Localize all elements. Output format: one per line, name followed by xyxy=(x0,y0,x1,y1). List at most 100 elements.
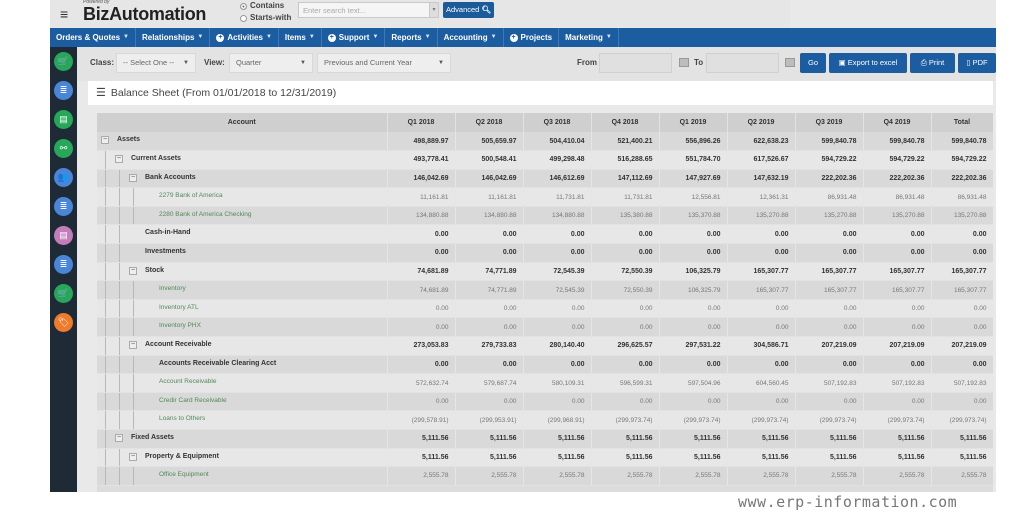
column-header[interactable]: Q1 2019 xyxy=(659,113,728,132)
value-cell: 207,219.09 xyxy=(863,336,932,356)
nav-item-activities[interactable]: + Activities ▼ xyxy=(210,28,279,47)
table-row[interactable]: − Bank Accounts 146,042.69 146,042.69 146,61… xyxy=(97,169,993,189)
collapse-toggle-icon[interactable]: − xyxy=(129,173,137,182)
collapse-toggle-icon[interactable]: − xyxy=(101,136,109,144)
table-row[interactable]: − Account Receivable 273,053.83 279,733.83 2… xyxy=(97,336,993,356)
table-row[interactable]: Credir Card Receivable 0.00 0.00 0.00 0.00 0.… xyxy=(97,392,993,412)
search-dropdown-button[interactable]: ▾ xyxy=(429,2,439,18)
nav-item-support[interactable]: + Support ▼ xyxy=(322,28,386,47)
table-row[interactable]: − Fixed Assets 5,111.56 5,111.56 5,111.56 5,1… xyxy=(97,429,993,449)
nav-item-orders-quotes[interactable]: Orders & Quotes ▼ xyxy=(50,28,136,47)
account-name[interactable]: Account Receivable xyxy=(159,378,216,385)
search-input[interactable]: Enter search text... xyxy=(298,2,438,18)
value-cell: 597,504.96 xyxy=(659,373,728,393)
handshake-icon[interactable]: ⚯ xyxy=(54,139,73,158)
plus-circle-icon[interactable]: + xyxy=(509,33,518,42)
nav-item-items[interactable]: Items ▼ xyxy=(279,28,322,47)
go-button[interactable]: Go xyxy=(800,53,826,73)
radio-contains[interactable]: Contains xyxy=(240,0,291,12)
column-header[interactable]: Q3 2018 xyxy=(523,113,592,132)
account-name[interactable]: Loans to Others xyxy=(159,415,205,422)
list-icon[interactable]: ☰ xyxy=(96,81,106,105)
document-icon[interactable]: ▤ xyxy=(54,110,73,129)
column-header[interactable]: Total xyxy=(931,113,993,132)
value-cell: 11,161.81 xyxy=(387,187,456,207)
table-row[interactable]: 2279 Bank of America 11,161.81 11,161.81 11… xyxy=(97,187,993,207)
pdf-button[interactable]: ▯ PDF xyxy=(958,53,996,73)
value-cell: 5,111.56 xyxy=(387,448,456,468)
tag-icon[interactable]: 🏷 xyxy=(54,313,73,332)
tree-line xyxy=(119,225,120,244)
table-row[interactable]: − Property & Equipment 5,111.56 5,111.56 5,1… xyxy=(97,448,993,468)
plus-circle-icon[interactable]: + xyxy=(327,33,336,42)
account-name: Accounts Receivable Clearing Acct xyxy=(159,359,277,367)
nav-item-reports[interactable]: Reports ▼ xyxy=(385,28,438,47)
nav-item-accounting[interactable]: Accounting ▼ xyxy=(438,28,504,47)
column-header[interactable]: Q2 2018 xyxy=(455,113,524,132)
calendar-icon[interactable] xyxy=(785,58,795,67)
document-stack-icon[interactable]: ≣ xyxy=(54,197,73,216)
calendar-icon[interactable] xyxy=(679,58,689,67)
column-header[interactable]: Q2 2019 xyxy=(727,113,796,132)
collapse-toggle-icon[interactable]: − xyxy=(115,155,123,164)
cart-icon[interactable]: 🛒 xyxy=(54,284,73,303)
column-header[interactable]: Account xyxy=(97,113,388,132)
table-row[interactable]: Loans to Others (299,578.91) (299,953.91)(… xyxy=(97,410,993,430)
contacts-icon[interactable]: 👥 xyxy=(54,168,73,187)
print-button[interactable]: ⎙ Print xyxy=(910,53,955,73)
table-row[interactable]: − Assets 498,889.97 505,659.97 504,410.04 521… xyxy=(97,132,993,152)
advanced-search-button[interactable]: Advanced 🔍︎ xyxy=(443,2,494,18)
account-name[interactable]: 2279 Bank of America xyxy=(159,192,223,199)
plus-circle-icon[interactable]: + xyxy=(216,33,225,42)
table-row[interactable]: Investments 0.00 0.00 0.00 0.00 0.00 0.00 0.00 0… xyxy=(97,243,993,263)
collapse-toggle-icon[interactable]: − xyxy=(115,434,123,442)
account-name[interactable]: Office Equipment xyxy=(159,471,209,478)
document-stack-icon[interactable]: ≣ xyxy=(54,255,73,274)
notes-icon[interactable]: ▤ xyxy=(54,226,73,245)
column-header[interactable]: Q3 2019 xyxy=(795,113,864,132)
table-row[interactable]: Account Receivable 572,632.74 579,687.74 58… xyxy=(97,373,993,393)
table-row[interactable]: Inventory ATL 0.00 0.00 0.00 0.00 0.00 0.00 0.0… xyxy=(97,299,993,319)
logo[interactable]: Powered by BizAutomation xyxy=(83,0,206,25)
nav-item-projects[interactable]: + Projects xyxy=(504,28,560,47)
table-row[interactable]: Accounts Receivable Clearing Acct 0.00 0.0… xyxy=(97,355,993,375)
menu-icon[interactable]: ≡ xyxy=(60,6,68,22)
from-date-input[interactable] xyxy=(599,53,672,73)
cart-icon[interactable]: 🛒 xyxy=(54,52,73,71)
column-header[interactable]: Q4 2019 xyxy=(863,113,932,132)
account-name[interactable]: 2280 Bank of America Checking xyxy=(159,211,252,218)
period-select[interactable]: Previous and Current Year ▼ xyxy=(317,53,451,73)
radio-starts-with[interactable]: Starts-with xyxy=(240,12,291,24)
table-row[interactable]: Inventory 74,681.89 74,771.89 72,545.39 72,5… xyxy=(97,280,993,300)
column-header[interactable]: Q4 2018 xyxy=(591,113,660,132)
collapse-toggle-icon[interactable]: − xyxy=(129,266,137,275)
to-date-input[interactable] xyxy=(706,53,779,73)
value-cell: 0.00 xyxy=(455,355,524,375)
collapse-toggle-icon[interactable]: − xyxy=(129,341,137,350)
value-cell: (299,973.74) xyxy=(659,410,728,430)
tree-line xyxy=(119,299,120,318)
account-name[interactable]: Inventory ATL xyxy=(159,304,199,311)
collapse-toggle-icon[interactable]: − xyxy=(129,452,137,461)
value-cell: 0.00 xyxy=(795,392,864,412)
value-cell: 599,840.78 xyxy=(863,132,932,152)
class-select[interactable]: -- Select One -- ▼ xyxy=(116,53,196,73)
table-row[interactable]: Cash-in-Hand 0.00 0.00 0.00 0.00 0.00 0.00 0.00… xyxy=(97,224,993,245)
table-row[interactable]: 2280 Bank of America Checking 134,880.88 1… xyxy=(97,206,993,226)
account-name[interactable]: Credir Card Receivable xyxy=(159,397,227,404)
document-stack-icon[interactable]: ≣ xyxy=(54,81,73,100)
account-name[interactable]: Inventory xyxy=(159,285,186,292)
export-excel-button[interactable]: ▣ Export to excel xyxy=(829,53,907,73)
table-row[interactable]: − Stock 74,681.89 74,771.89 72,545.39 72,550.… xyxy=(97,262,993,282)
nav-item-relationships[interactable]: Relationships ▼ xyxy=(136,28,211,47)
nav-item-marketing[interactable]: Marketing ▼ xyxy=(559,28,619,47)
value-cell: 134,880.88 xyxy=(523,206,592,226)
column-header[interactable]: Q1 2018 xyxy=(387,113,456,132)
radio-unselected-icon xyxy=(240,14,247,22)
table-row[interactable]: Office Equipment 2,555.78 2,555.78 2,555.78… xyxy=(97,466,993,486)
table-row[interactable]: − Current Assets 493,778.41 500,548.41 499,2… xyxy=(97,150,993,170)
view-select[interactable]: Quarter ▼ xyxy=(229,53,313,73)
account-name[interactable]: Inventory PHX xyxy=(159,322,201,329)
table-row[interactable]: Inventory PHX 0.00 0.00 0.00 0.00 0.00 0.00 0.0… xyxy=(97,317,993,338)
value-cell: 72,545.39 xyxy=(523,262,592,282)
